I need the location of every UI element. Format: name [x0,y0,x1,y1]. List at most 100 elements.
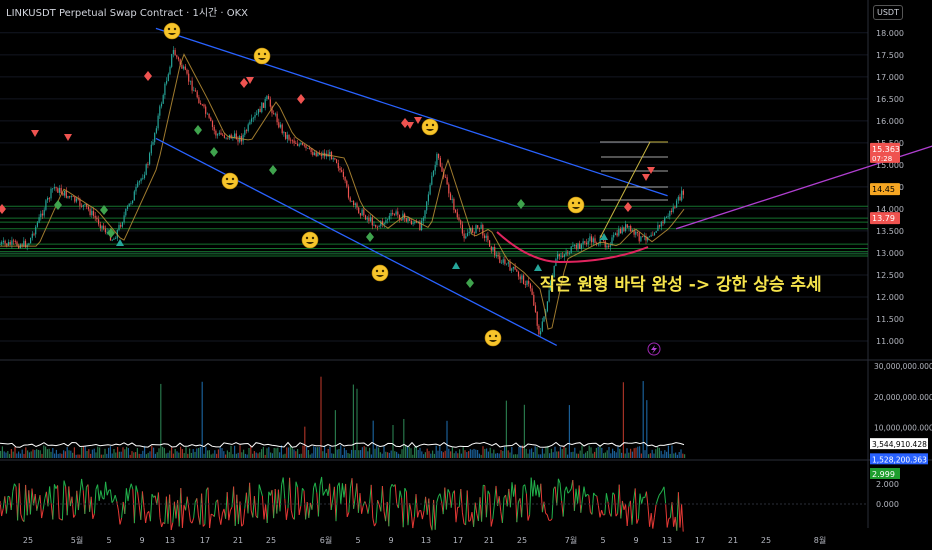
volume-bar [405,445,407,458]
osc-segment [77,493,81,511]
volume-bar [90,453,92,458]
osc-segment [31,488,35,506]
price-tick: 17.500 [876,51,904,60]
volume-bar [435,445,437,458]
volume-bar [466,452,468,458]
candle-body [111,239,113,241]
osc-segment [580,499,583,513]
volume-bar [423,454,425,458]
candle-body [514,266,516,270]
candle-body [458,217,460,221]
volume-bar [79,454,81,458]
volume-bar [424,452,426,458]
volume-bar [397,453,399,458]
candle-body [273,113,275,115]
candle-body [7,242,10,246]
volume-bar [21,449,23,458]
osc-segment [293,481,297,520]
volume-bar [549,453,551,458]
volume-bar [455,451,457,458]
volume-bar [171,447,173,458]
osc-segment [297,487,300,515]
volume-bar [554,446,556,458]
volume-bar [633,448,635,458]
candle-body [315,152,317,157]
volume-bar [226,450,228,458]
volume-bar [392,425,394,458]
osc-segment [533,480,537,496]
volume-bar [446,420,448,458]
osc-segment [125,488,129,502]
volume-bar [225,454,227,458]
candle-body [465,236,467,239]
time-tick: 13 [662,536,672,545]
volume-bar [345,450,347,458]
volume-bar [684,454,686,458]
candle-body [456,212,458,218]
candle-body [166,80,168,84]
volume-bar [504,446,506,458]
osc-segment [226,492,230,521]
candle-body [261,102,263,113]
volume-bar [667,445,669,458]
volume-bar [630,448,632,458]
volume-bar [410,448,412,458]
candle-body [92,210,95,216]
osc-segment [613,494,617,517]
candle-body [635,231,637,235]
volume-bar [311,453,313,458]
time-tick: 25 [23,536,33,545]
volume-bar [523,404,525,458]
face [221,172,239,190]
volume-bar [219,447,221,458]
candle-body [118,225,120,231]
candle-body [563,254,565,257]
candle-body [307,147,309,149]
volume-bar [496,453,498,458]
osc-segment [567,491,570,494]
osc-segment [407,503,411,526]
volume-bar [61,453,63,458]
time-tick: 7월 [565,535,577,545]
osc-segment [543,501,547,514]
candle-body [0,244,1,245]
volume-bar [340,445,342,458]
signal-diamond [297,94,305,104]
osc-segment [289,477,292,511]
volume-bar [426,448,428,458]
volume-bar [581,445,583,458]
candle-body [378,225,380,227]
candle-body [594,238,596,244]
candle-body [373,224,375,226]
volume-bar [14,447,16,458]
candle-body [475,225,477,234]
volume-bar [70,450,72,458]
volume-bar [457,453,459,458]
candle-body [288,134,290,140]
volume-bar [5,452,7,458]
candle-body [424,210,426,218]
osc-segment [253,496,257,517]
osc-segment [412,516,415,529]
osc-segment [317,485,321,517]
lightning-icon[interactable] [647,342,661,356]
candle-body [665,216,667,218]
volume-bar [430,453,432,458]
time-tick: 17 [453,536,463,545]
candle-body [198,97,200,104]
candle-body [213,126,215,131]
volume-bar [217,449,219,458]
osc-segment [410,511,414,529]
volume-bar [122,447,124,458]
volume-bar [66,447,68,458]
volume-bar [408,446,410,458]
volume-bar [628,452,630,458]
candle-body [45,200,47,210]
eye [263,52,267,56]
candle-body [640,236,642,242]
volume-bar [41,453,43,458]
volume-bar [658,447,660,458]
osc-segment [514,484,518,523]
osc-segment [149,494,153,522]
osc-segment [657,494,660,500]
